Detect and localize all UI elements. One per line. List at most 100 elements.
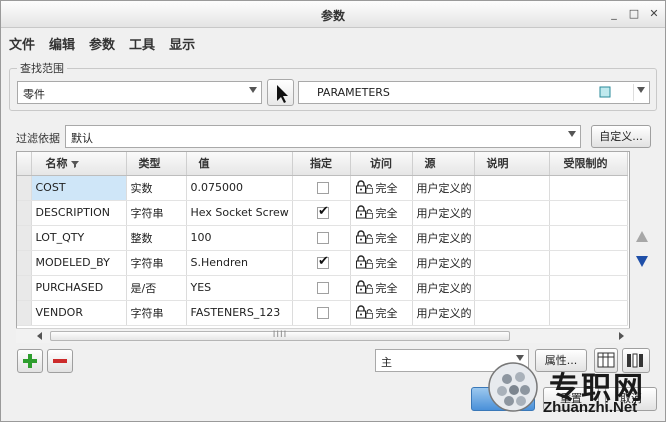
access-label: 完全 (375, 181, 398, 195)
cell-name[interactable]: COST (31, 175, 127, 201)
cell-source[interactable]: 用户定义的 (412, 300, 475, 326)
cell-restricted[interactable] (549, 275, 628, 301)
table-row[interactable]: DESCRIPTION字符串Hex Socket Screw 完全用户定义的 (17, 200, 628, 226)
cell-access[interactable]: 完全 (350, 200, 413, 226)
menu-file[interactable]: 文件 (9, 34, 35, 54)
row-header-corner (17, 152, 32, 176)
cell-value[interactable]: Hex Socket Screw (186, 200, 293, 226)
table-row[interactable]: PURCHASED 是/否 YES 完全 用户定义的 (17, 275, 628, 301)
cell-type[interactable]: 字符串 (126, 300, 187, 326)
table-row[interactable]: MODELED_BY字符串S.Hendren 完全用户定义的 (17, 250, 628, 276)
cell-type[interactable]: 字符串 (126, 200, 187, 226)
cell-description[interactable] (474, 175, 550, 201)
move-up-icon[interactable] (635, 230, 649, 244)
designated-checkbox[interactable] (317, 232, 329, 244)
column-header-restricted[interactable]: 受限制的 (549, 152, 628, 176)
column-header-designated[interactable]: 指定 (292, 152, 351, 176)
maximize-button[interactable]: □ (628, 8, 640, 20)
cell-name[interactable]: DESCRIPTION (31, 200, 127, 226)
move-down-icon[interactable] (635, 254, 649, 268)
cell-value[interactable]: 100 (186, 225, 293, 251)
scrollbar-grip: IIII (272, 330, 288, 340)
cell-source[interactable]: 用户定义的 (412, 250, 475, 276)
column-header-access[interactable]: 访问 (350, 152, 413, 176)
table-row[interactable]: VENDOR 字符串 FASTENERS_123 完全 用户定义的 (17, 300, 628, 326)
menu-edit[interactable]: 编辑 (49, 34, 75, 54)
select-object-button[interactable] (267, 79, 294, 106)
cell-source[interactable]: 用户定义的 (412, 200, 475, 226)
close-button[interactable]: ✕ (648, 8, 660, 20)
designated-checkbox[interactable] (317, 282, 329, 294)
table-row[interactable]: COST 实数 0.075000 完全 用户定义的 (17, 175, 628, 201)
minimize-button[interactable]: _ (608, 8, 620, 20)
scroll-left-icon[interactable] (36, 332, 44, 340)
cell-name[interactable]: MODELED_BY (31, 250, 127, 276)
column-header-type[interactable]: 类型 (126, 152, 187, 176)
designated-checkbox[interactable] (317, 182, 329, 194)
cell-description[interactable] (474, 200, 550, 226)
column-header-source[interactable]: 源 (412, 152, 475, 176)
parameters-table: 名称 类型 值 指定 访问 源 说明 受限制的 COST 实数 0.075000 完全… (16, 151, 630, 343)
cell-description[interactable] (474, 300, 550, 326)
customize-button[interactable]: 自定义... (591, 125, 651, 148)
cell-restricted[interactable] (549, 175, 628, 201)
table-row[interactable]: LOT_QTY 整数 100 完全 用户定义的 (17, 225, 628, 251)
remove-parameter-button[interactable] (47, 349, 73, 373)
column-header-description[interactable]: 说明 (474, 152, 550, 176)
cell-value[interactable]: YES (186, 275, 293, 301)
cell-source[interactable]: 用户定义的 (412, 275, 475, 301)
designated-checkbox[interactable] (317, 307, 329, 319)
cell-access[interactable]: 完全 (350, 175, 413, 201)
cell-access[interactable]: 完全 (350, 300, 413, 326)
chevron-down-icon (249, 87, 257, 93)
scope-legend: 查找范围 (17, 60, 67, 76)
column-header-value[interactable]: 值 (186, 152, 293, 176)
menu-parameters[interactable]: 参数 (89, 34, 115, 54)
cell-restricted[interactable] (549, 250, 628, 276)
menu-display[interactable]: 显示 (169, 34, 195, 54)
cell-name[interactable]: LOT_QTY (31, 225, 127, 251)
menu-tools[interactable]: 工具 (129, 34, 155, 54)
cell-type[interactable]: 是/否 (126, 275, 187, 301)
scrollbar-thumb[interactable]: IIII (50, 330, 510, 341)
scroll-right-icon[interactable] (617, 332, 625, 340)
cell-value[interactable]: S.Hendren (186, 250, 293, 276)
cell-source[interactable]: 用户定义的 (412, 175, 475, 201)
row-header[interactable] (17, 250, 32, 276)
cell-source[interactable]: 用户定义的 (412, 225, 475, 251)
cell-restricted[interactable] (549, 300, 628, 326)
column-header-name[interactable]: 名称 (31, 152, 127, 176)
cell-restricted[interactable] (549, 200, 628, 226)
row-header[interactable] (17, 200, 32, 226)
add-parameter-button[interactable] (17, 349, 43, 373)
cell-description[interactable] (474, 250, 550, 276)
row-header[interactable] (17, 175, 32, 201)
object-type-select[interactable]: 零件 (17, 81, 262, 104)
cell-access[interactable]: 完全 (350, 250, 413, 276)
cell-name[interactable]: PURCHASED (31, 275, 127, 301)
cell-name[interactable]: VENDOR (31, 300, 127, 326)
horizontal-scrollbar[interactable]: IIII (16, 328, 630, 343)
filter-select[interactable]: 默认 (65, 125, 581, 148)
cell-type[interactable]: 实数 (126, 175, 187, 201)
cell-designated (292, 200, 351, 226)
designated-checkbox[interactable] (317, 254, 329, 269)
row-header[interactable] (17, 300, 32, 326)
cell-type[interactable]: 整数 (126, 225, 187, 251)
cell-value[interactable]: FASTENERS_123 (186, 300, 293, 326)
row-header[interactable] (17, 225, 32, 251)
cell-description[interactable] (474, 225, 550, 251)
object-name-field[interactable]: PARAMETERS (298, 81, 650, 104)
access-label: 完全 (375, 281, 398, 295)
cell-description[interactable] (474, 275, 550, 301)
designated-checkbox[interactable] (317, 204, 329, 219)
lock-icon (355, 179, 375, 197)
cell-restricted[interactable] (549, 225, 628, 251)
title-bar: 参数 _ □ ✕ (1, 1, 665, 28)
row-header[interactable] (17, 275, 32, 301)
cell-access[interactable]: 完全 (350, 225, 413, 251)
object-name-value: PARAMETERS (317, 86, 390, 99)
cell-access[interactable]: 完全 (350, 275, 413, 301)
cell-type[interactable]: 字符串 (126, 250, 187, 276)
cell-value[interactable]: 0.075000 (186, 175, 293, 201)
